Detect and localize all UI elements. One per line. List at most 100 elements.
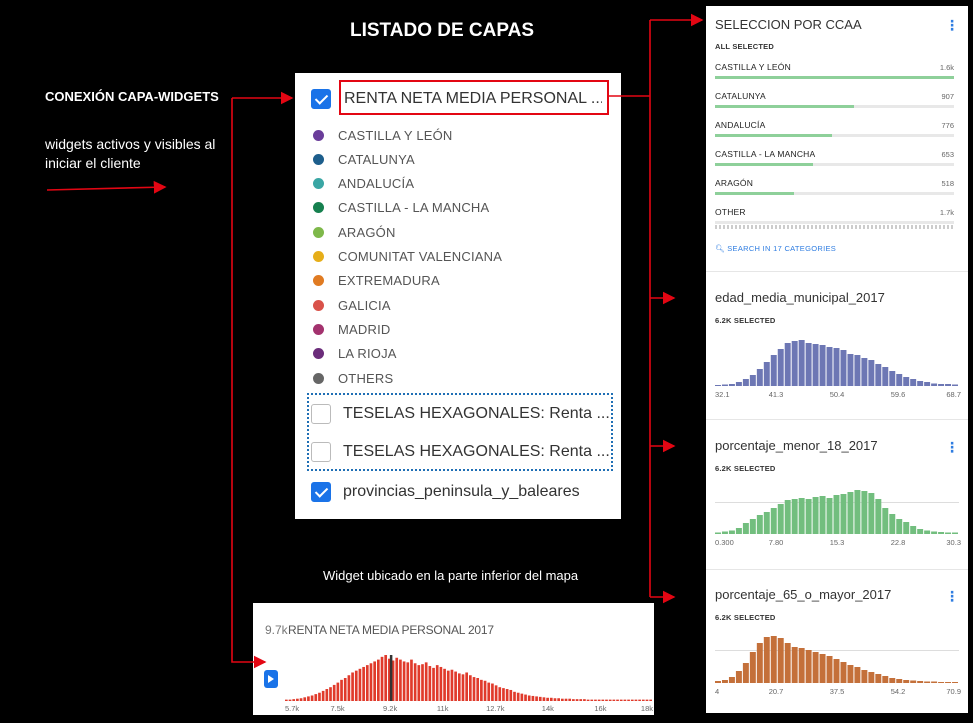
histogram-bar xyxy=(833,348,840,386)
histogram-bar xyxy=(469,675,472,701)
axis-tick-label: 15.3 xyxy=(829,538,845,547)
axis-tick-label: 7.80 xyxy=(768,538,784,547)
category-bar-track xyxy=(715,192,954,195)
layer-checkbox-teselas-2[interactable] xyxy=(311,442,331,462)
layer-row-teselas-2[interactable]: TESELAS HEXAGONALES: Renta ... xyxy=(311,434,621,470)
histogram-bar xyxy=(406,662,410,701)
histogram-bar xyxy=(903,522,910,534)
layer-row-teselas-1[interactable]: TESELAS HEXAGONALES: Renta ... xyxy=(311,396,621,432)
category-bar-track xyxy=(715,221,954,224)
histogram-bar xyxy=(798,498,805,534)
category-name: CASTILLA Y LEÓN xyxy=(715,62,791,72)
histogram-bar xyxy=(583,699,586,701)
histogram-bar xyxy=(410,659,413,701)
histogram-bar xyxy=(557,698,560,701)
legend-swatch xyxy=(313,323,324,335)
histogram-bar xyxy=(630,699,634,701)
axis-tick-label: 41.3 xyxy=(768,390,784,399)
axis-tick-label: 7.5k xyxy=(330,704,345,713)
legend-swatch xyxy=(313,153,324,165)
histogram-bar xyxy=(763,512,770,534)
category-value: 653 xyxy=(941,150,954,159)
play-button[interactable] xyxy=(264,670,278,688)
histogram-bar xyxy=(861,670,868,683)
histogram-bar xyxy=(314,694,318,701)
histogram-bar xyxy=(770,508,777,534)
histogram-bar xyxy=(819,345,826,386)
category-row[interactable]: CATALUNYA 907 xyxy=(715,91,954,117)
category-row[interactable]: CASTILLA - LA MANCHA 653 xyxy=(715,149,954,175)
histogram-bar xyxy=(395,657,399,701)
histogram-bar xyxy=(546,697,549,701)
histogram-bar xyxy=(535,696,538,701)
layer-label-provincias: provincias_peninsula_y_baleares xyxy=(343,483,580,500)
layers-panel: RENTA NETA MEDIA PERSONAL ... CASTILLA Y… xyxy=(295,73,621,519)
histogram-bar xyxy=(896,519,903,534)
histogram-bar xyxy=(861,358,868,386)
histogram-bar xyxy=(332,684,336,701)
histogram-bar xyxy=(579,699,583,701)
histogram-bar xyxy=(917,529,924,534)
histogram-bar xyxy=(491,683,494,701)
histogram-edad[interactable] xyxy=(715,336,959,386)
category-row[interactable]: OTHER 1.7k xyxy=(715,207,954,233)
histogram-bar xyxy=(945,532,952,534)
histogram-bar xyxy=(917,381,924,386)
bottom-histogram[interactable] xyxy=(285,655,653,701)
histogram-bar xyxy=(516,692,520,701)
histogram-65-mayor[interactable] xyxy=(715,633,959,683)
histogram-bar xyxy=(910,379,917,386)
histogram-bar xyxy=(770,636,777,683)
histogram-bar xyxy=(354,670,358,701)
histogram-axis-edad: 32.1 41.3 50.4 59.6 68.7 xyxy=(715,390,961,400)
histogram-bar xyxy=(903,680,910,683)
histogram-bar xyxy=(377,659,380,701)
category-row[interactable]: ANDALUCÍA 776 xyxy=(715,120,954,146)
layer-checkbox-renta[interactable] xyxy=(311,89,331,109)
bottom-histogram-axis: 5.7k 7.5k 9.2k 11k 12.7k 14k 16k 18k xyxy=(285,704,653,714)
search-icon: 🔍︎ xyxy=(715,244,728,253)
histogram-bar xyxy=(553,698,557,701)
legend-label: ARAGÓN xyxy=(338,224,396,240)
histogram-bar xyxy=(952,532,958,534)
more-options-icon[interactable]: ⋮ xyxy=(945,440,959,454)
bottom-widget-count: 9.7k xyxy=(265,623,288,637)
legend-label: COMUNITAT VALENCIANA xyxy=(338,249,503,264)
histogram-bar xyxy=(307,696,310,701)
layer-row-provincias[interactable]: provincias_peninsula_y_baleares xyxy=(311,474,621,510)
histogram-bar xyxy=(527,695,531,701)
axis-tick-label: 20.7 xyxy=(768,687,784,696)
histogram-bar xyxy=(826,347,833,386)
layer-checkbox-provincias[interactable] xyxy=(311,482,331,502)
histogram-bar xyxy=(875,364,882,386)
histogram-bar xyxy=(791,341,798,386)
more-options-icon[interactable]: ⋮ xyxy=(945,589,959,603)
bottom-widget-caption: Widget ubicado en la parte inferior del … xyxy=(323,568,579,583)
histogram-bar xyxy=(854,355,861,386)
histogram-bar xyxy=(568,698,572,701)
histogram-bar xyxy=(728,530,735,534)
histogram-bar xyxy=(882,676,889,683)
axis-tick-label: 32.1 xyxy=(715,390,730,399)
connection-description: widgets activos y visibles al iniciar el… xyxy=(45,136,216,171)
histogram-bar xyxy=(627,699,630,701)
category-row[interactable]: CASTILLA Y LEÓN 1.6k xyxy=(715,62,954,88)
histogram-bar xyxy=(791,647,798,683)
histogram-bar xyxy=(945,682,952,683)
histogram-bar xyxy=(608,699,612,701)
histogram-bar xyxy=(791,499,798,534)
category-row[interactable]: ARAGÓN 518 xyxy=(715,178,954,204)
histogram-bar xyxy=(601,699,605,701)
histogram-bar xyxy=(868,360,875,386)
histogram-bar xyxy=(299,698,303,701)
histogram-bar xyxy=(428,666,432,701)
axis-tick-label: 0.300 xyxy=(715,538,734,547)
histogram-menor-18[interactable] xyxy=(715,484,959,534)
more-options-icon[interactable]: ⋮ xyxy=(945,18,959,32)
search-categories-link[interactable]: 🔍︎ SEARCH IN 17 CATEGORIES xyxy=(715,244,836,253)
histogram-status-65-mayor: 6.2K SELECTED xyxy=(715,613,776,622)
category-list-fade xyxy=(715,225,954,229)
histogram-bar xyxy=(586,699,590,701)
layer-checkbox-teselas-1[interactable] xyxy=(311,404,331,424)
category-widget-title: SELECCION POR CCAA xyxy=(715,17,862,32)
